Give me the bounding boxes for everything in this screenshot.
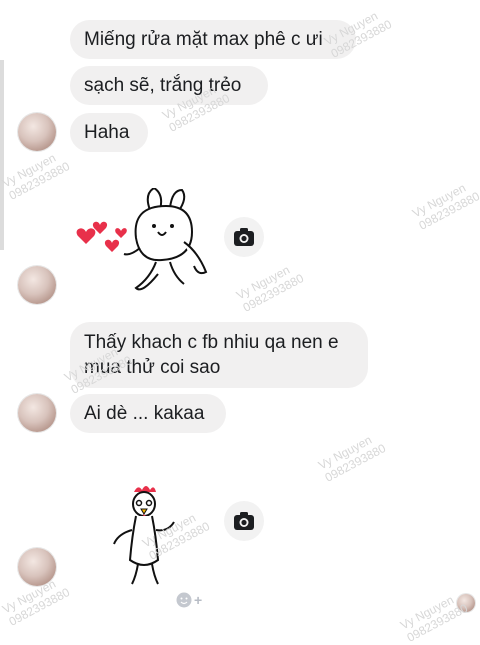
chat-thread: Miếng rửa mặt max phê c ưi sạch sẽ, trắn… <box>0 0 480 645</box>
watermark-name: Vy Nguyen <box>234 262 293 303</box>
add-reaction-button[interactable]: + <box>176 590 208 610</box>
chicken-sticker[interactable] <box>104 484 184 590</box>
message-text: Ai dè ... kakaa <box>84 403 205 424</box>
watermark-name: Vy Nguyen <box>0 150 59 191</box>
avatar[interactable] <box>18 113 56 151</box>
camera-icon <box>234 512 254 530</box>
message-text: sạch sẽ, trắng trẻo <box>84 75 242 96</box>
message-bubble[interactable]: Miếng rửa mặt max phê c ưi <box>70 20 356 59</box>
watermark-name: Vy Nguyen <box>410 180 469 221</box>
message-text: Thấy khach c fb nhiu qa nen e <box>84 332 339 353</box>
camera-button[interactable] <box>224 501 264 541</box>
message-bubble[interactable]: Haha <box>70 113 148 152</box>
chicken-icon <box>113 486 175 585</box>
camera-icon <box>234 228 254 246</box>
watermark-phone: 0982393880 <box>240 271 307 315</box>
rabbit-hearts-icon <box>76 186 208 291</box>
message-bubble[interactable]: sạch sẽ, trắng trẻo <box>70 66 268 105</box>
message-text: Haha <box>84 122 130 143</box>
watermark-phone: 0982393880 <box>6 585 73 629</box>
message-bubble[interactable]: Thấy khach c fb nhiu qa nen e mua thử co… <box>70 322 368 388</box>
watermark-phone: 0982393880 <box>416 189 480 233</box>
watermark-name: Vy Nguyen <box>316 432 375 473</box>
seen-avatar <box>457 594 475 612</box>
watermark-phone: 0982393880 <box>6 159 73 203</box>
watermark: Vy Nguyen 0982393880 <box>316 429 388 485</box>
watermark-name: Vy Nguyen <box>398 592 457 633</box>
message-text: mua thử coi sao <box>84 357 221 378</box>
message-bubble[interactable]: Ai dè ... kakaa <box>70 394 226 433</box>
avatar[interactable] <box>18 548 56 586</box>
watermark: Vy Nguyen 0982393880 <box>0 147 72 203</box>
plus-icon: + <box>194 592 203 608</box>
smiley-icon <box>176 592 192 608</box>
scroll-edge <box>0 60 4 250</box>
message-text: Miếng rửa mặt max phê c ưi <box>84 29 323 50</box>
camera-button[interactable] <box>224 217 264 257</box>
rabbit-hearts-sticker[interactable] <box>66 186 216 298</box>
avatar[interactable] <box>18 394 56 432</box>
watermark-phone: 0982393880 <box>322 441 389 485</box>
watermark: Vy Nguyen 0982393880 <box>410 177 480 233</box>
watermark: Vy Nguyen 0982393880 <box>234 259 306 315</box>
avatar[interactable] <box>18 266 56 304</box>
